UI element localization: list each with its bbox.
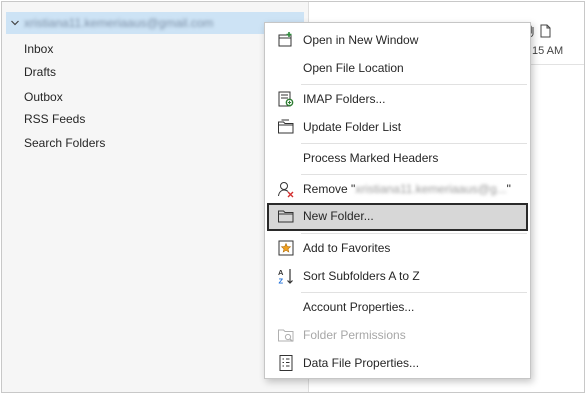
context-menu: Open in New Window Open File Location IM… [264,22,531,379]
menu-account-properties[interactable]: Account Properties... [267,294,528,320]
new-folder-icon [277,207,295,225]
menu-separator [301,233,527,234]
menu-separator [301,292,527,293]
remove-label: Remove " [303,182,356,196]
menu-separator [301,174,527,175]
folder-permissions-icon [277,326,295,344]
menu-imap-folders[interactable]: IMAP Folders... [267,86,528,112]
svg-text:Z: Z [279,277,284,286]
menu-process-marked-headers[interactable]: Process Marked Headers [267,145,528,171]
folder-drafts[interactable]: Drafts [24,65,56,79]
update-folder-list-icon [277,118,295,136]
menu-folder-permissions: Folder Permissions [267,322,528,348]
menu-data-file-properties[interactable]: Data File Properties... [267,350,528,376]
menu-open-file-location[interactable]: Open File Location [267,55,528,81]
add-favorite-icon [277,239,295,257]
document-icon[interactable] [540,24,551,41]
imap-folders-icon [277,90,295,108]
chevron-down-icon[interactable] [6,12,24,34]
menu-update-folder-list[interactable]: Update Folder List [267,114,528,140]
open-new-window-icon [277,31,295,49]
remove-person-icon [277,180,295,198]
menu-separator [301,143,527,144]
remove-label-end: " [506,182,511,196]
menu-sort-subfolders[interactable]: AZ Sort Subfolders A to Z [267,263,528,289]
menu-open-in-new-window[interactable]: Open in New Window [267,27,528,53]
folder-inbox[interactable]: Inbox [24,42,53,56]
remove-account-name: xristiana11.kemeriaaus@g... [355,182,507,196]
menu-remove-account[interactable]: Remove "xristiana11.kemeriaaus@g..." [267,176,528,202]
menu-add-to-favorites[interactable]: Add to Favorites [267,235,528,261]
menu-separator [301,84,527,85]
data-file-properties-icon [277,354,295,372]
folder-outbox[interactable]: Outbox [24,90,63,104]
folder-pane: xristiana11.kemeriaaus@gmail.com Inbox D… [2,2,309,392]
account-row[interactable]: xristiana11.kemeriaaus@gmail.com [6,12,304,34]
account-name: xristiana11.kemeriaaus@gmail.com [24,16,214,30]
message-time: 15 AM [532,45,564,57]
folder-search-folders[interactable]: Search Folders [24,136,105,150]
menu-new-folder[interactable]: New Folder... [267,203,528,231]
sort-az-icon: AZ [277,267,295,286]
folder-rss-feeds[interactable]: RSS Feeds [24,112,85,126]
